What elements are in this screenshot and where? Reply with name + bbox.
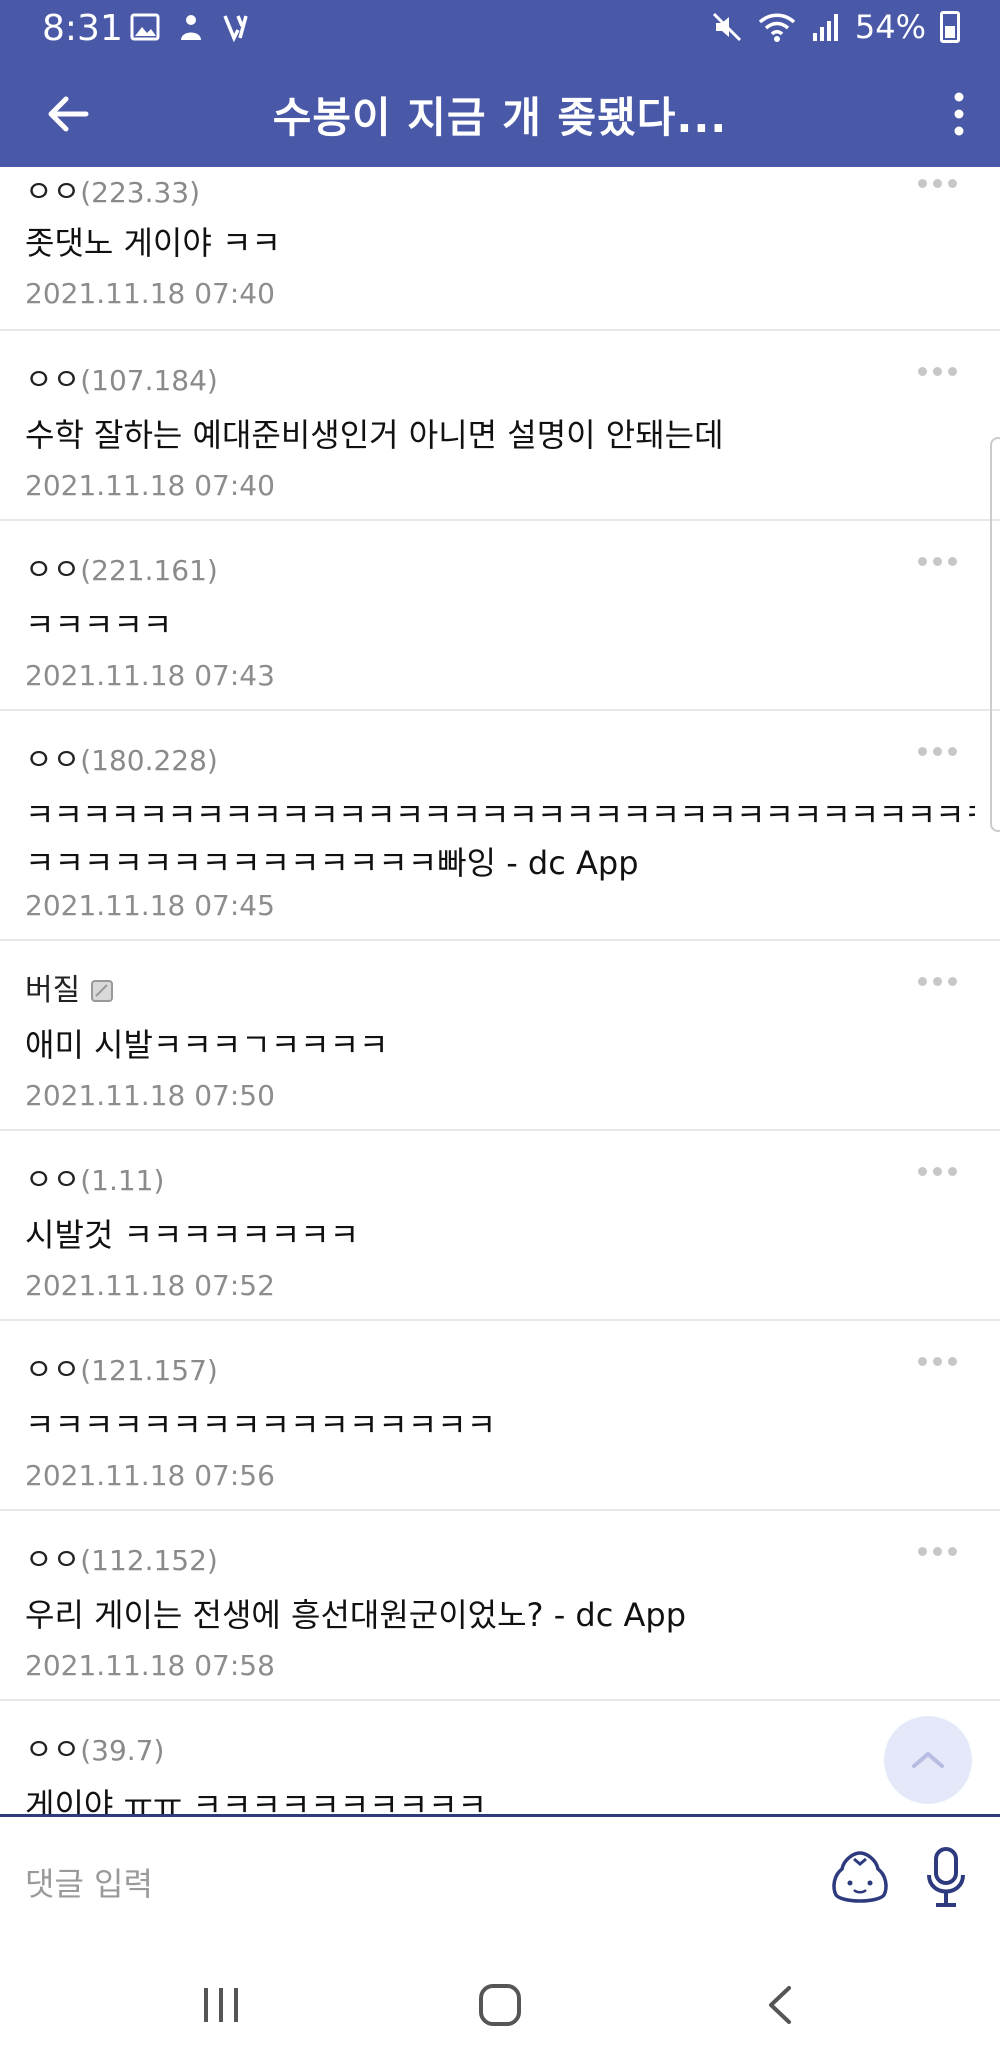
comment-text-line: ㅋㅋㅋㅋㅋㅋㅋㅋㅋㅋㅋㅋㅋㅋㅋㅋㅋㅋㅋㅋㅋㅋㅋㅋㅋㅋㅋㅋㅋㅋㅋㅋㅋㅋㅋ — [25, 796, 975, 834]
comment-author: ㅇㅇ(1.11) — [25, 1155, 164, 1199]
comment-more-icon[interactable] — [918, 551, 968, 571]
comment-author: ㅇㅇ(121.157) — [25, 1345, 218, 1389]
wifi-icon — [758, 13, 796, 42]
author-name: ㅇㅇ — [25, 743, 81, 778]
chevron-up-icon — [912, 1752, 944, 1768]
comment-text: 애미 시발ㅋㅋㅋㄱㅋㅋㅋㅋ — [25, 1026, 389, 1064]
comment-date: 2021.11.18 07:56 — [25, 1459, 275, 1492]
fixed-nick-badge-icon — [90, 980, 113, 1002]
comment-author: ㅇㅇ(223.33) — [25, 167, 200, 211]
author-ip: (39.7) — [80, 1734, 165, 1767]
comment-date: 2021.11.18 07:58 — [25, 1649, 275, 1682]
mute-icon — [712, 12, 741, 42]
comment-item[interactable]: 버질 애미 시발ㅋㅋㅋㄱㅋㅋㅋㅋ 2021.11.18 07:50 — [0, 941, 1000, 1131]
comment-date: 2021.11.18 07:45 — [25, 889, 275, 922]
v-app-icon — [223, 15, 248, 42]
comment-author: ㅇㅇ(39.7) — [25, 1725, 164, 1769]
image-icon — [130, 13, 160, 41]
microphone-icon[interactable] — [924, 1845, 968, 1909]
comment-text: ㅋㅋㅋㅋㅋㅋㅋㅋㅋㅋㅋㅋㅋㅋㅋㅋ — [25, 1406, 497, 1444]
author-name: ㅇㅇ — [25, 1543, 81, 1578]
comment-item[interactable]: ㅇㅇ(121.157) ㅋㅋㅋㅋㅋㅋㅋㅋㅋㅋㅋㅋㅋㅋㅋㅋ 2021.11.18 … — [0, 1321, 1000, 1511]
more-vert-icon[interactable] — [944, 88, 974, 140]
comment-input[interactable]: 댓글 입력 — [25, 1859, 153, 1905]
comment-item[interactable]: ㅇㅇ(112.152) 우리 게이는 전생에 흥선대원군이었노? - dc Ap… — [0, 1511, 1000, 1701]
author-name: ㅇㅇ — [25, 1733, 81, 1768]
system-nav-bar — [0, 1942, 1000, 2055]
comment-item[interactable]: ㅇㅇ(107.184) 수학 잘하는 예대준비생인거 아니면 설명이 안돼는데 … — [0, 331, 1000, 521]
author-ip: (180.228) — [80, 744, 218, 777]
comment-text: ㅋㅋㅋㅋㅋㅋㅋㅋㅋㅋㅋㅋㅋㅋㅋㅋㅋㅋㅋㅋㅋㅋㅋㅋㅋㅋㅋㅋㅋㅋㅋㅋㅋㅋㅋ ㅋㅋㅋㅋ… — [25, 791, 975, 887]
comment-item[interactable]: ㅇㅇ(39.7) 게이야 ㅠㅠ ㅋㅋㅋㅋㅋㅋㅋㅋㅋㅋ — [0, 1701, 1000, 1814]
comment-item[interactable]: ㅇㅇ(223.33) 좃댓노 게이야 ㅋㅋ 2021.11.18 07:40 — [0, 167, 1000, 331]
back-icon[interactable] — [757, 1980, 807, 2030]
comment-date: 2021.11.18 07:43 — [25, 659, 275, 692]
recent-apps-icon[interactable] — [196, 1980, 246, 2030]
author-name: ㅇㅇ — [25, 553, 81, 588]
author-name: 버질 — [25, 973, 81, 1008]
comment-more-icon[interactable] — [918, 1351, 968, 1371]
comment-more-icon[interactable] — [918, 741, 968, 761]
comment-more-icon[interactable] — [918, 1161, 968, 1181]
dccon-emoji-icon[interactable] — [828, 1847, 892, 1907]
comment-text: 좃댓노 게이야 ㅋㅋ — [25, 224, 281, 262]
comment-author: ㅇㅇ(107.184) — [25, 355, 218, 399]
home-icon[interactable] — [475, 1980, 525, 2030]
author-ip: (112.152) — [80, 1544, 218, 1577]
comment-date: 2021.11.18 07:50 — [25, 1079, 275, 1112]
author-name: ㅇㅇ — [25, 1163, 81, 1198]
status-right: 54% — [711, 8, 960, 46]
comment-author: 버질 — [25, 965, 114, 1009]
status-time: 8:31 — [42, 8, 123, 49]
comment-text: 시발것 ㅋㅋㅋㅋㅋㅋㅋㅋ — [25, 1216, 360, 1254]
comment-date: 2021.11.18 07:52 — [25, 1269, 275, 1302]
scroll-top-button[interactable] — [884, 1716, 972, 1804]
author-ip: (223.33) — [80, 176, 201, 209]
battery-icon — [940, 11, 960, 43]
comment-more-icon[interactable] — [918, 361, 968, 381]
status-bar: 8:31 54% — [0, 0, 1000, 60]
comment-text: ㅋㅋㅋㅋㅋ — [25, 606, 173, 644]
comment-list[interactable]: ㅇㅇ(223.33) 좃댓노 게이야 ㅋㅋ 2021.11.18 07:40 ㅇ… — [0, 167, 1000, 1814]
comment-date: 2021.11.18 07:40 — [25, 469, 275, 502]
comment-text: 게이야 ㅠㅠ ㅋㅋㅋㅋㅋㅋㅋㅋㅋㅋ — [25, 1786, 487, 1814]
comment-item[interactable]: ㅇㅇ(180.228) ㅋㅋㅋㅋㅋㅋㅋㅋㅋㅋㅋㅋㅋㅋㅋㅋㅋㅋㅋㅋㅋㅋㅋㅋㅋㅋㅋㅋ… — [0, 711, 1000, 941]
battery-percent: 54% — [854, 8, 926, 46]
comment-more-icon[interactable] — [918, 971, 968, 991]
comment-date: 2021.11.18 07:40 — [25, 277, 275, 310]
signal-icon — [812, 14, 838, 41]
comment-more-icon[interactable] — [918, 173, 968, 193]
author-name: ㅇㅇ — [25, 1353, 81, 1388]
comment-author: ㅇㅇ(221.161) — [25, 545, 218, 589]
page-title: 수봉이 지금 개 좆됐다... — [272, 93, 728, 142]
tutoring-icon — [181, 15, 201, 40]
comment-item[interactable]: ㅇㅇ(221.161) ㅋㅋㅋㅋㅋ 2021.11.18 07:43 — [0, 521, 1000, 711]
author-name: ㅇㅇ — [25, 363, 81, 398]
app-bar: 수봉이 지금 개 좆됐다... — [0, 60, 1000, 167]
comment-author: ㅇㅇ(180.228) — [25, 735, 218, 779]
comment-text-line: ㅋㅋㅋㅋㅋㅋㅋㅋㅋㅋㅋㅋㅋㅋ빠잉 - dc App — [25, 844, 639, 882]
author-ip: (121.157) — [80, 1354, 218, 1387]
comment-text: 수학 잘하는 예대준비생인거 아니면 설명이 안돼는데 — [25, 416, 724, 454]
comment-item[interactable]: ㅇㅇ(1.11) 시발것 ㅋㅋㅋㅋㅋㅋㅋㅋ 2021.11.18 07:52 — [0, 1131, 1000, 1321]
author-ip: (221.161) — [80, 554, 218, 587]
scrollbar-thumb[interactable] — [990, 437, 1000, 832]
status-left-icons — [130, 12, 252, 42]
comment-input-bar: 댓글 입력 — [0, 1814, 1000, 1942]
comment-author: ㅇㅇ(112.152) — [25, 1535, 218, 1579]
author-ip: (1.11) — [80, 1164, 165, 1197]
author-name: ㅇㅇ — [25, 175, 81, 210]
comment-more-icon[interactable] — [918, 1541, 968, 1561]
comment-text: 우리 게이는 전생에 흥선대원군이었노? - dc App — [25, 1596, 687, 1634]
author-ip: (107.184) — [80, 364, 218, 397]
